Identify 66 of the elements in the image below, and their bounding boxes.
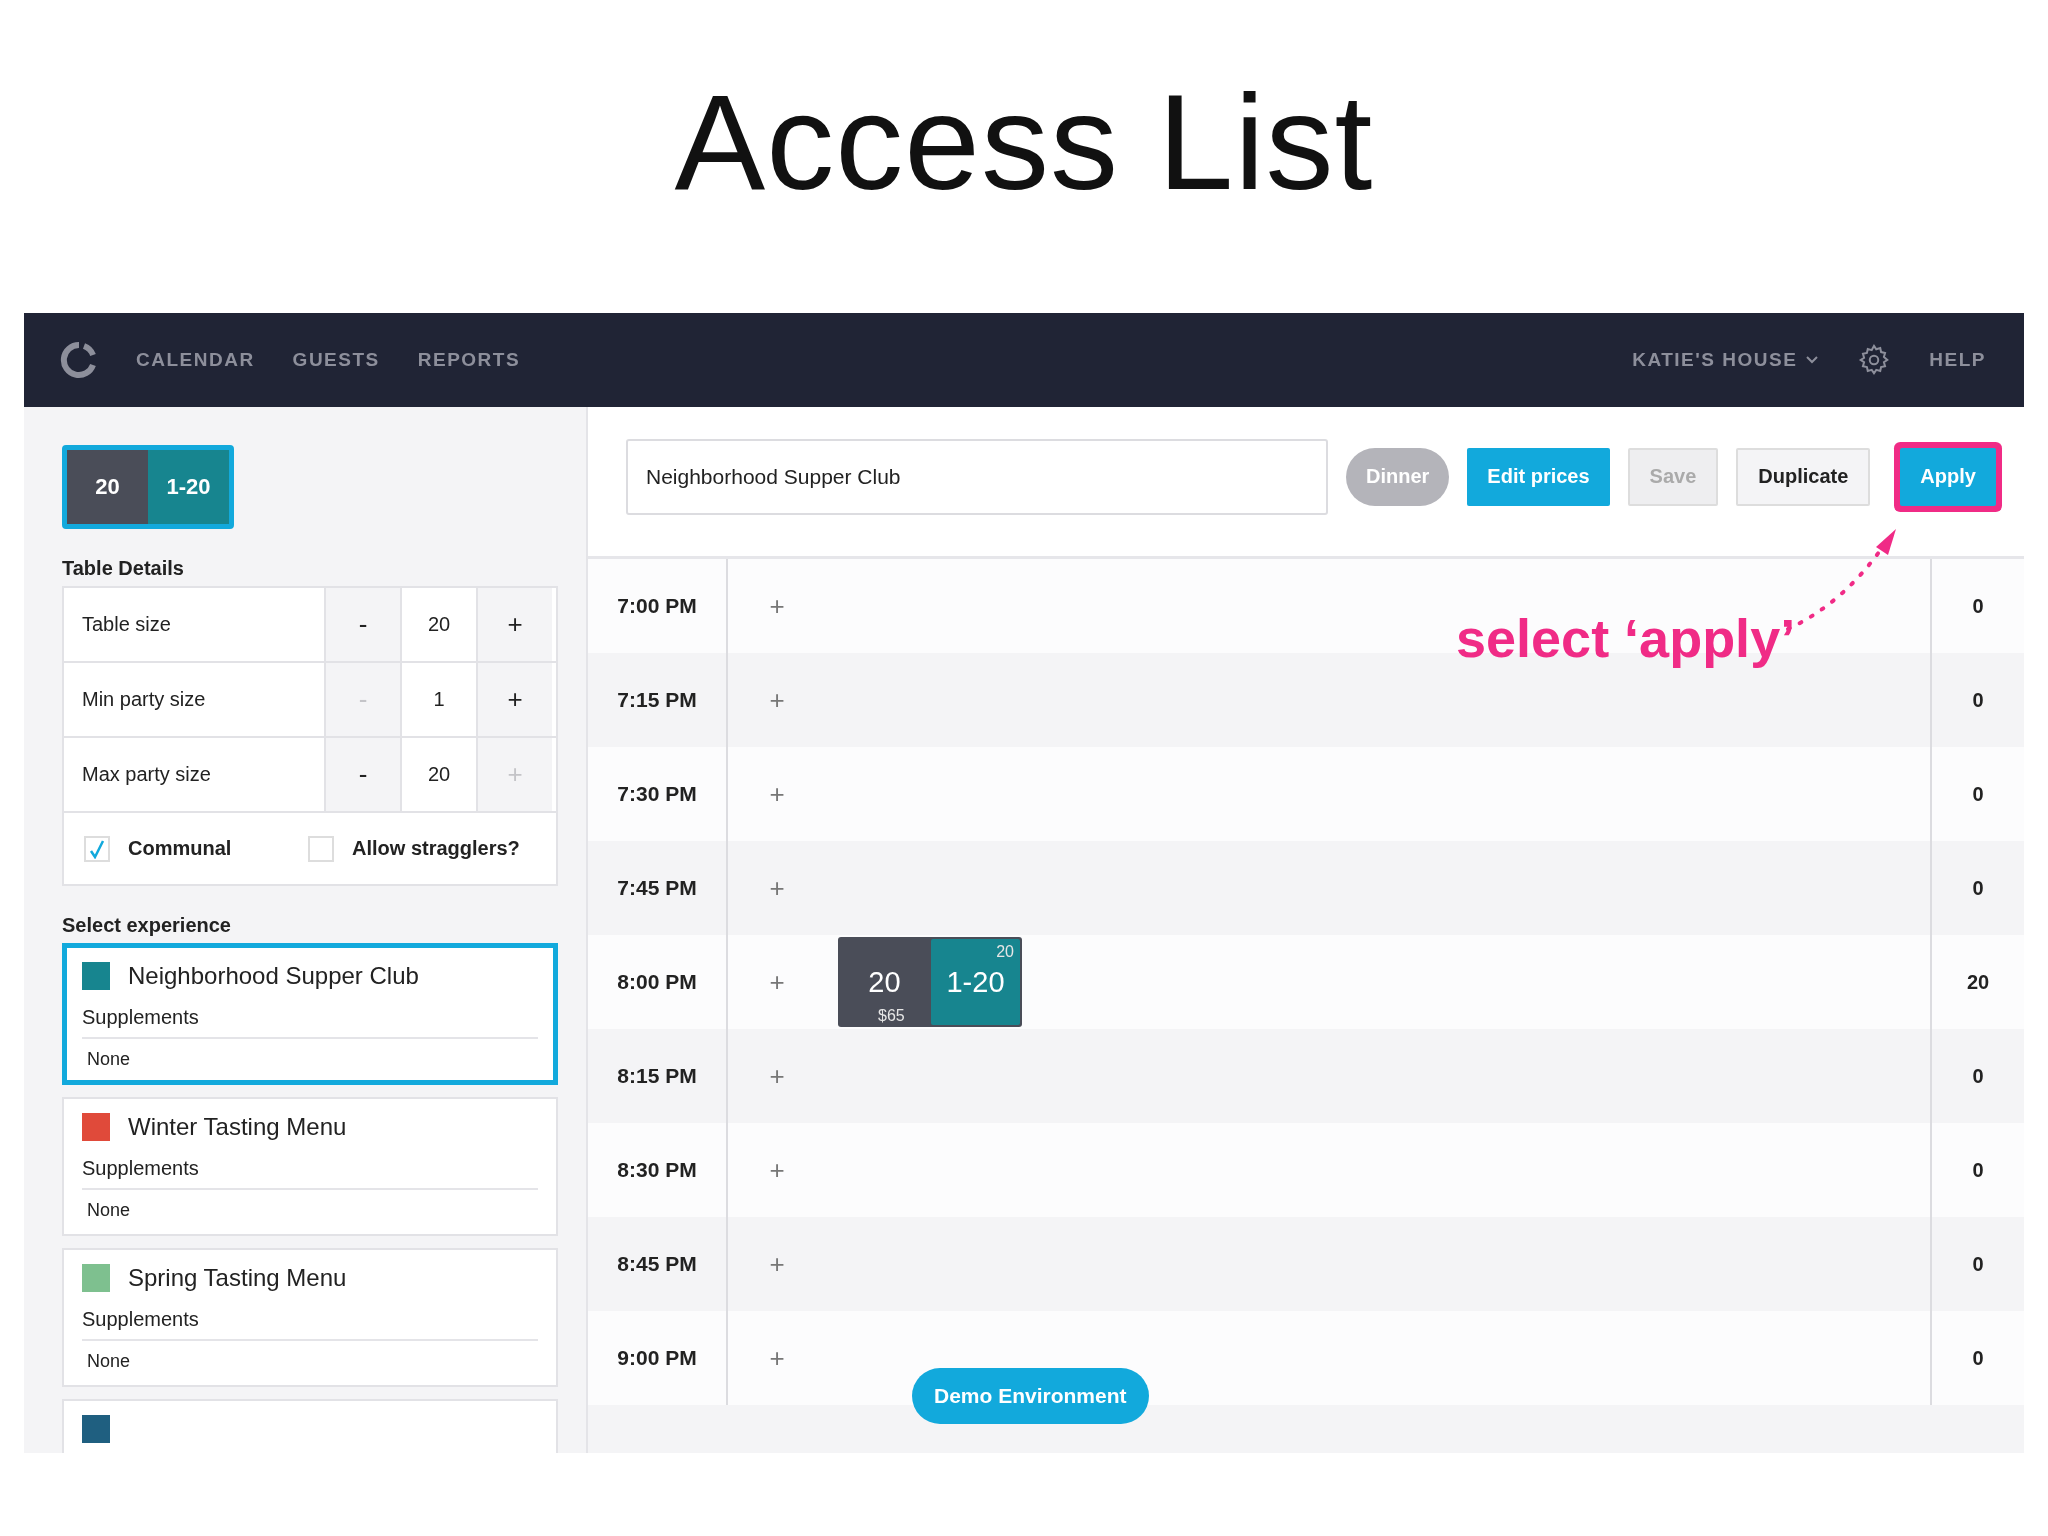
nav-link[interactable]: CALENDAR	[136, 349, 255, 371]
table-block[interactable]: 20 $65 1-20 20	[838, 937, 1022, 1027]
experience-card[interactable]: Neighborhood Supper Club Supplements None	[62, 943, 558, 1085]
setting-label: Max party size	[81, 762, 212, 787]
checkmark-icon	[89, 838, 105, 859]
supplements-label: Supplements	[82, 996, 538, 1039]
toolbar-button[interactable]: Edit prices	[1467, 447, 1610, 506]
decrement-button[interactable]: -	[324, 588, 400, 661]
logo-icon	[60, 341, 98, 379]
supplements-label: Supplements	[82, 1147, 538, 1190]
covers-count: 0	[1971, 593, 1985, 619]
add-button[interactable]: +	[764, 1248, 790, 1280]
time-label: 9:00 PM	[588, 1311, 728, 1405]
increment-button[interactable]: +	[476, 663, 552, 736]
checkbox-label: Communal	[128, 837, 232, 860]
increment-button[interactable]: +	[476, 588, 552, 661]
checkbox[interactable]	[308, 835, 334, 862]
party-range-label: 1-20	[946, 965, 1005, 999]
covers-count: 0	[1971, 1063, 1985, 1089]
covers-count: 0	[1971, 687, 1985, 713]
party-range-label: 1-20	[148, 450, 229, 524]
add-button[interactable]: +	[764, 1060, 790, 1092]
experience-name: Spring Tasting Menu	[128, 1264, 347, 1292]
covers-count: 20	[1965, 969, 1991, 995]
venue-dropdown[interactable]: KATIE'S HOUSE	[1632, 349, 1820, 371]
section-heading: Select experience	[62, 914, 232, 937]
capacity-label: 20	[996, 943, 1014, 961]
section-heading: Table Details	[62, 557, 185, 580]
covers-count: 0	[1971, 1251, 1985, 1277]
toolbar-button[interactable]: Duplicate	[1736, 447, 1871, 506]
add-button[interactable]: +	[764, 872, 790, 904]
covers-count: 0	[1971, 781, 1985, 807]
covers-count: 0	[1971, 875, 1985, 901]
slide-title: Access List	[674, 64, 1374, 220]
experience-card[interactable]	[62, 1399, 558, 1453]
experience-name: Neighborhood Supper Club	[128, 962, 419, 990]
help-link[interactable]: HELP	[1929, 349, 1986, 371]
table-size-label: 20	[868, 965, 901, 999]
add-button[interactable]: +	[764, 1342, 790, 1374]
supplements-value: None	[86, 1350, 132, 1372]
table-size-label: 20	[67, 450, 148, 524]
add-button[interactable]: +	[764, 778, 790, 810]
add-button[interactable]: +	[764, 966, 790, 998]
covers-count: 0	[1971, 1157, 1985, 1183]
annotation-text: select ‘apply’	[1456, 607, 1796, 669]
experience-card[interactable]: Spring Tasting Menu Supplements None	[62, 1248, 558, 1387]
chevron-down-icon	[1805, 355, 1820, 365]
supplements-value: None	[86, 1199, 132, 1221]
add-button[interactable]: +	[764, 684, 790, 716]
supplements-label: Supplements	[82, 1298, 538, 1341]
price-label: $65	[878, 1007, 905, 1025]
add-button[interactable]: +	[764, 590, 790, 622]
setting-label: Min party size	[81, 687, 207, 712]
name-input-field[interactable]: Neighborhood Supper Club	[626, 438, 1328, 515]
decrement-button[interactable]: -	[324, 738, 400, 811]
checkbox-label: Allow stragglers?	[352, 837, 520, 860]
demo-environment-badge: Demo Environment	[912, 1368, 1149, 1424]
add-button[interactable]: +	[764, 1154, 790, 1186]
setting-label: Table size	[81, 612, 172, 637]
covers-count: 0	[1971, 1345, 1985, 1371]
experience-name: Winter Tasting Menu	[128, 1113, 347, 1141]
nav-link[interactable]: REPORTS	[417, 349, 521, 371]
nav-link[interactable]: GUESTS	[292, 349, 380, 371]
checkbox[interactable]	[84, 835, 110, 862]
experience-card[interactable]: Winter Tasting Menu Supplements None	[62, 1097, 558, 1236]
supplements-value: None	[86, 1048, 132, 1070]
